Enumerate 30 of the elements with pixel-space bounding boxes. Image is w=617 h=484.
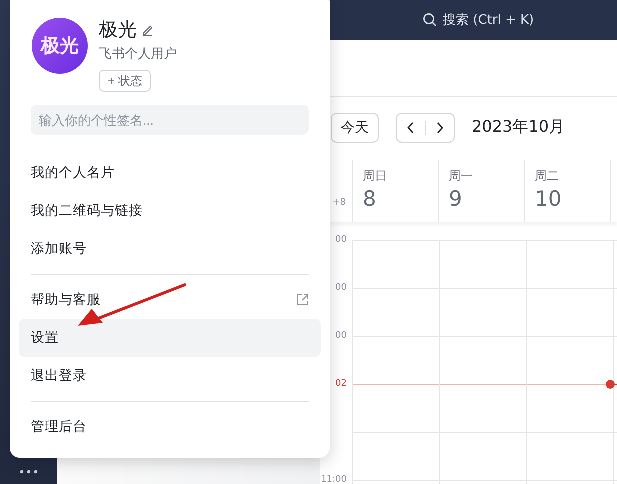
current-time-dot	[606, 380, 615, 389]
menu-item[interactable]: 设置	[19, 319, 321, 357]
date-label: 9	[449, 187, 464, 211]
time-label: 11:00	[320, 475, 352, 484]
status-button[interactable]: + 状态	[99, 70, 152, 92]
menu-item[interactable]: 添加账号	[19, 230, 321, 268]
user-name: 极光	[99, 18, 137, 42]
date-label: 10	[535, 187, 563, 211]
weekday-label: 周一	[449, 168, 474, 185]
menu-item[interactable]: 管理后台	[19, 408, 321, 446]
weekday-label: 周二	[535, 168, 560, 185]
timezone-label: +8	[332, 197, 347, 210]
menu-item[interactable]: 我的个人名片	[19, 154, 321, 192]
date-label: 8	[363, 187, 378, 211]
search-label: 搜索 (Ctrl + K)	[443, 12, 534, 29]
menu-item[interactable]: 退出登录	[19, 357, 321, 395]
more-icon[interactable]	[20, 470, 38, 474]
month-title: 2023年10月	[472, 117, 566, 138]
pencil-icon[interactable]	[142, 24, 154, 36]
weekday-label: 周日	[363, 168, 388, 185]
chevron-left-icon	[407, 122, 415, 134]
account-type: 飞书个人用户	[99, 46, 177, 63]
search-bar[interactable]: 搜索 (Ctrl + K)	[423, 11, 534, 29]
signature-field[interactable]: 输入你的个性签名...	[31, 105, 309, 135]
menu-item[interactable]: 帮助与客服	[19, 281, 321, 319]
search-icon	[423, 13, 437, 27]
avatar[interactable]: 极光	[32, 18, 88, 74]
today-button[interactable]: 今天	[331, 112, 379, 142]
menu-item[interactable]: 我的二维码与链接	[19, 192, 321, 230]
chevron-right-icon	[436, 122, 444, 134]
